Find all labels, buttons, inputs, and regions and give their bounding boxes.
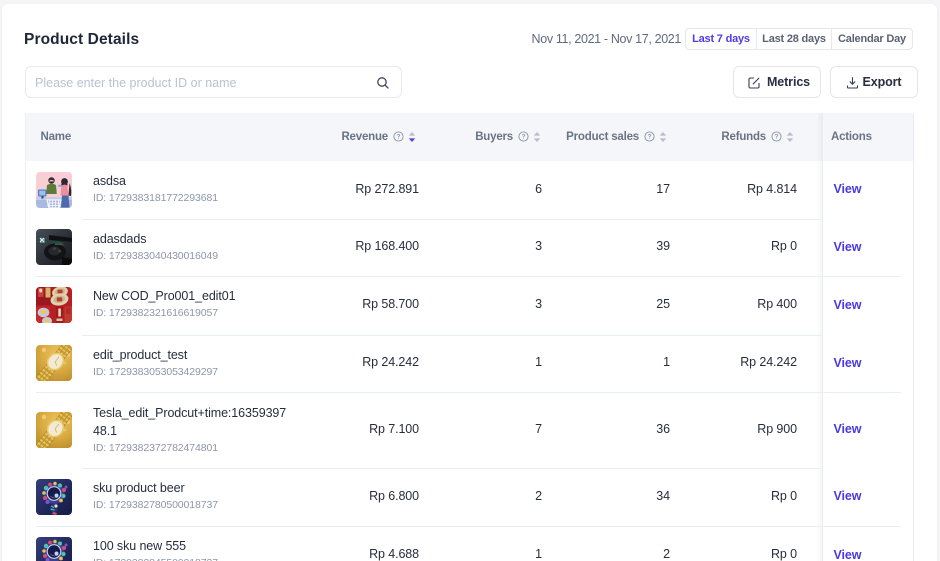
svg-text:?: ? (775, 134, 779, 141)
